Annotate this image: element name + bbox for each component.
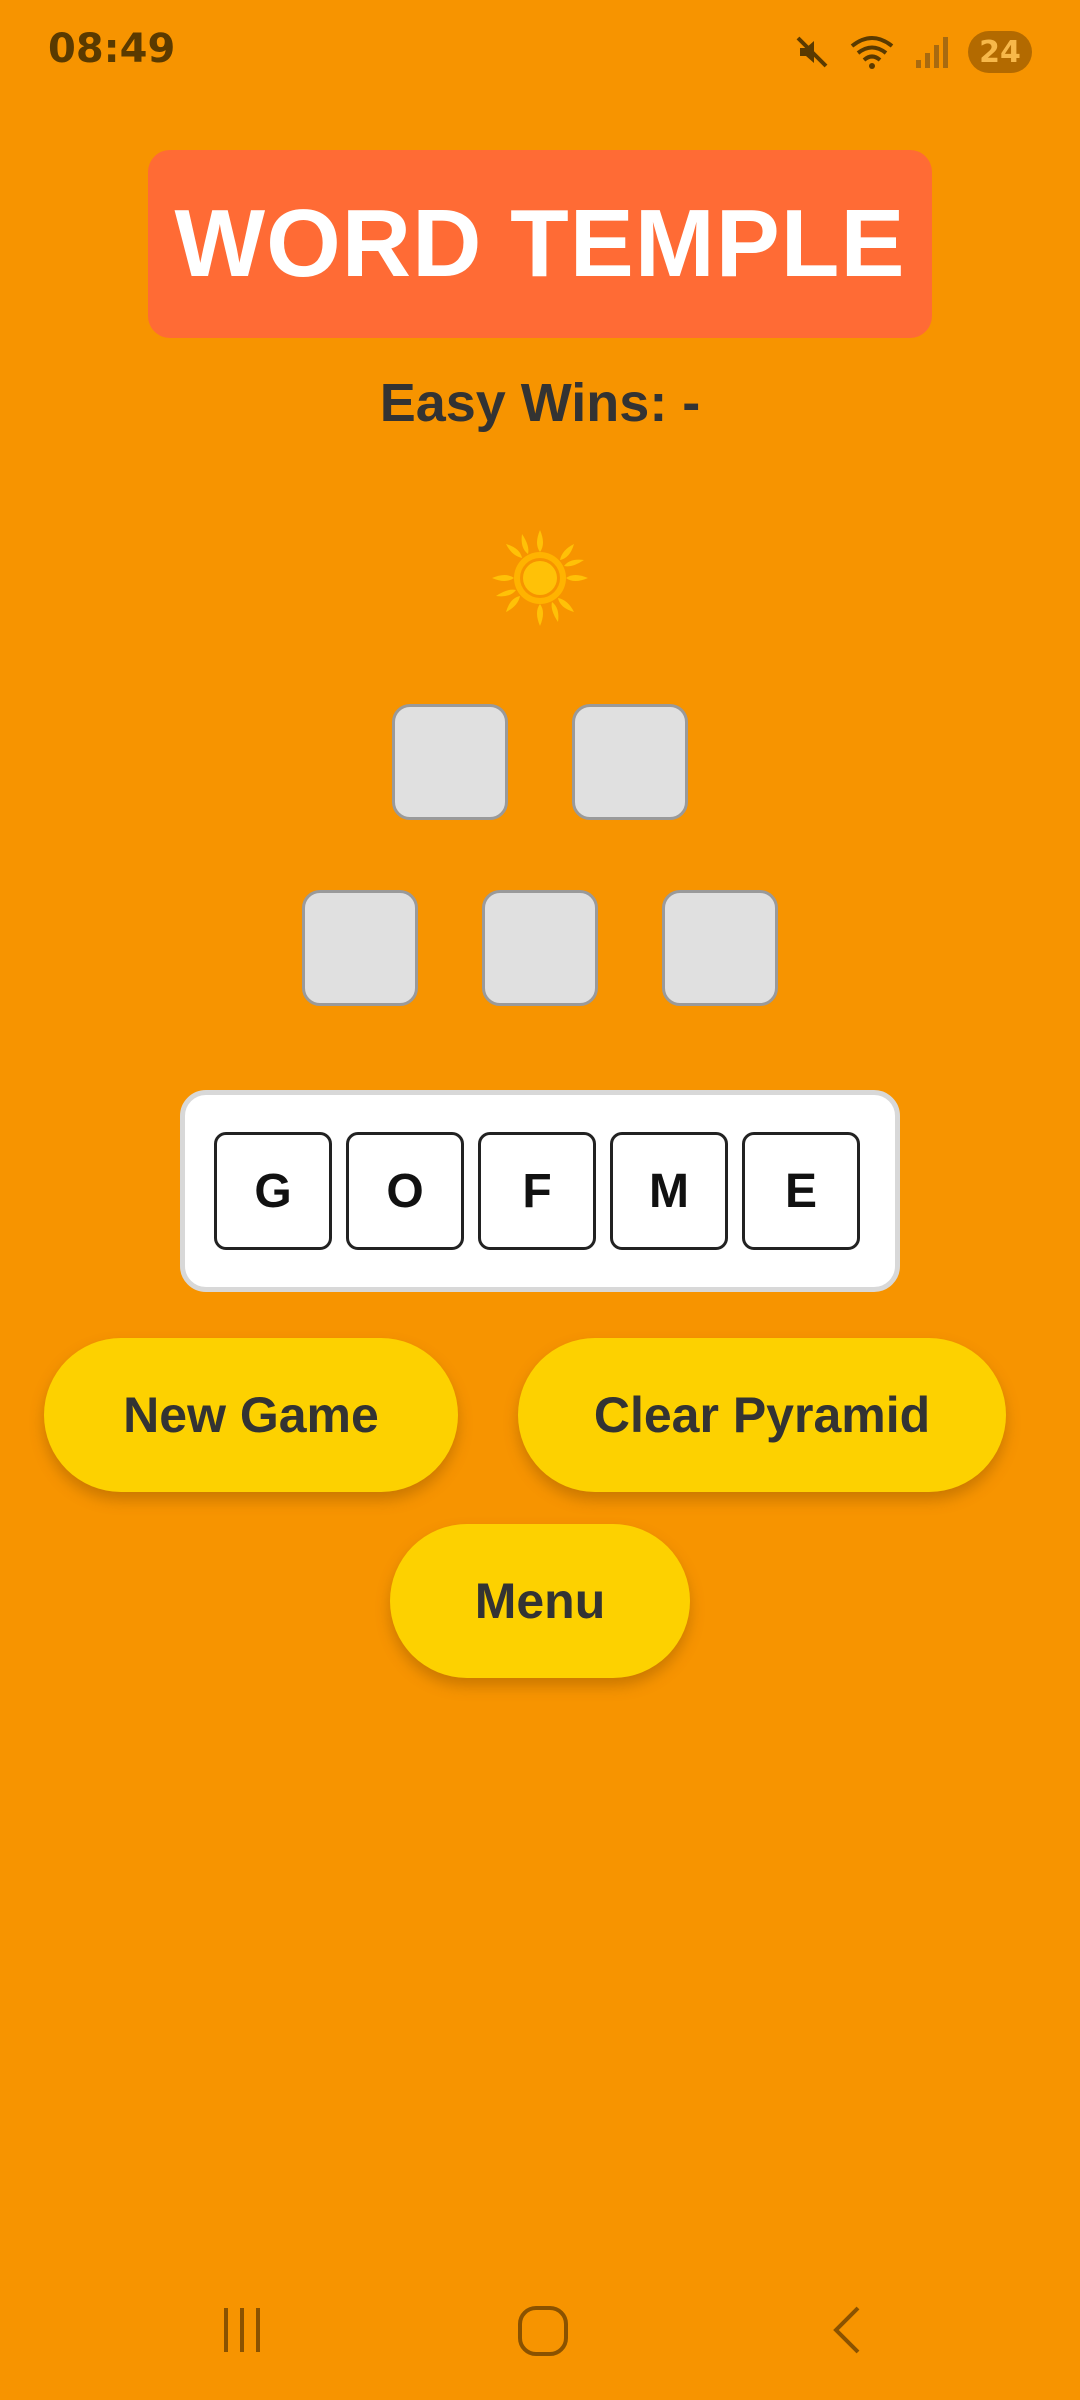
new-game-button[interactable]: New Game (44, 1338, 458, 1492)
title-banner: WORD TEMPLE (148, 150, 932, 338)
wifi-icon (848, 32, 896, 72)
letter-tile[interactable]: F (478, 1132, 596, 1250)
status-bar: 08:49 24 (0, 0, 1080, 100)
letter-tile[interactable]: O (346, 1132, 464, 1250)
menu-button[interactable]: Menu (390, 1524, 690, 1678)
sun-icon (488, 526, 592, 630)
pyramid-slot-bottom-1[interactable] (302, 890, 418, 1006)
pyramid-slot-top-1[interactable] (392, 704, 508, 820)
clear-pyramid-button[interactable]: Clear Pyramid (518, 1338, 1006, 1492)
navigation-bar (0, 2280, 1080, 2380)
pyramid-slot-top-2[interactable] (572, 704, 688, 820)
mute-icon (794, 34, 830, 70)
game-title: WORD TEMPLE (174, 190, 906, 297)
letter-tile[interactable]: M (610, 1132, 728, 1250)
status-time: 08:49 (48, 26, 176, 72)
letter-tile[interactable]: E (742, 1132, 860, 1250)
battery-icon: 24 (968, 31, 1032, 73)
status-icons: 24 (794, 28, 1032, 76)
wins-counter: Easy Wins: - (379, 373, 701, 433)
signal-icon (914, 34, 950, 70)
pyramid-slot-bottom-2[interactable] (482, 890, 598, 1006)
pyramid-slot-bottom-3[interactable] (662, 890, 778, 1006)
letter-tile[interactable]: G (214, 1132, 332, 1250)
